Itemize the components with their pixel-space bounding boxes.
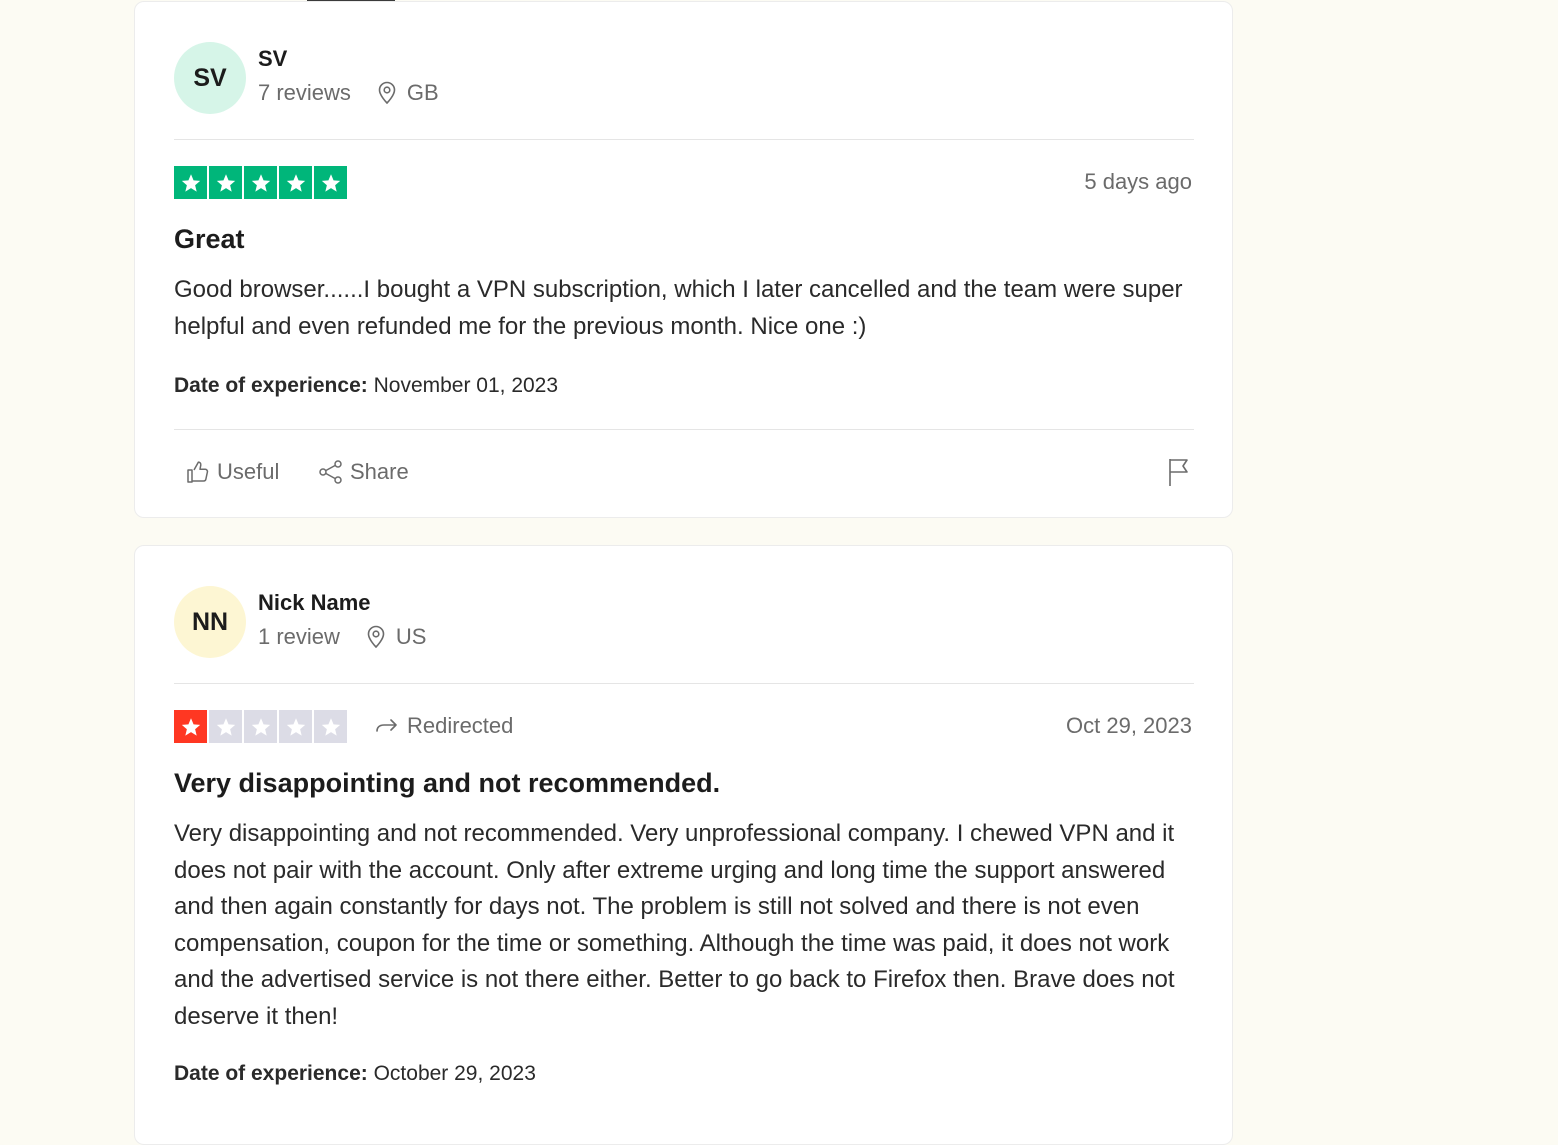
share-label: Share bbox=[350, 459, 409, 484]
star-filled-icon bbox=[209, 166, 242, 199]
reviewer-meta: 7 reviews GB bbox=[258, 80, 439, 106]
star-rating bbox=[174, 166, 347, 199]
star-empty-icon bbox=[244, 710, 277, 743]
star-filled-icon bbox=[244, 166, 277, 199]
review-date: Oct 29, 2023 bbox=[1066, 713, 1192, 738]
location-label: US bbox=[395, 624, 427, 649]
divider bbox=[174, 139, 1194, 140]
star-rating bbox=[174, 710, 347, 743]
review-title[interactable]: Great bbox=[174, 224, 245, 255]
thumbs-up-icon bbox=[187, 461, 209, 483]
star-filled-icon bbox=[174, 710, 207, 743]
star-empty-icon bbox=[279, 710, 312, 743]
reviewer-header: SV SV 7 reviews GB bbox=[174, 42, 1174, 116]
experience-label: Date of experience: bbox=[174, 374, 368, 397]
experience-date: October 29, 2023 bbox=[373, 1062, 536, 1085]
useful-label: Useful bbox=[217, 459, 280, 484]
redirect-arrow-icon bbox=[376, 719, 397, 732]
share-icon bbox=[319, 460, 342, 484]
star-filled-icon bbox=[314, 166, 347, 199]
experience-label: Date of experience: bbox=[174, 1062, 368, 1085]
review-count: 7 reviews bbox=[258, 80, 351, 105]
reviewer-meta: 1 review US bbox=[258, 624, 426, 650]
avatar[interactable]: SV bbox=[174, 42, 246, 114]
star-empty-icon bbox=[209, 710, 242, 743]
redirected-label: Redirected bbox=[407, 713, 514, 738]
useful-button[interactable]: Useful bbox=[185, 459, 279, 485]
reviewer-header: NN Nick Name 1 review US bbox=[174, 586, 1174, 660]
location-label: GB bbox=[406, 80, 439, 105]
report-flag-button[interactable] bbox=[1166, 457, 1192, 492]
divider bbox=[174, 429, 1194, 430]
avatar[interactable]: NN bbox=[174, 586, 246, 658]
review-card: NN Nick Name 1 review US Redirected Oct … bbox=[134, 545, 1233, 1145]
review-date: 5 days ago bbox=[1084, 169, 1192, 194]
review-title[interactable]: Very disappointing and not recommended. bbox=[174, 768, 720, 799]
date-of-experience: Date of experience: November 01, 2023 bbox=[174, 374, 558, 398]
reviewer-location: US bbox=[366, 624, 427, 650]
location-pin-icon bbox=[367, 625, 385, 649]
share-button[interactable]: Share bbox=[318, 459, 409, 485]
review-body: Good browser......I bought a VPN subscri… bbox=[174, 276, 1183, 340]
redirected-badge[interactable]: Redirected bbox=[375, 713, 513, 739]
location-pin-icon bbox=[378, 81, 396, 105]
star-empty-icon bbox=[314, 710, 347, 743]
date-of-experience: Date of experience: October 29, 2023 bbox=[174, 1062, 536, 1086]
review-body: Very disappointing and not recommended. … bbox=[174, 820, 1175, 1030]
star-filled-icon bbox=[279, 166, 312, 199]
reviewer-location: GB bbox=[377, 80, 439, 106]
experience-date: November 01, 2023 bbox=[373, 374, 559, 397]
flag-icon bbox=[1169, 459, 1188, 486]
star-filled-icon bbox=[174, 166, 207, 199]
review-card: SV SV 7 reviews GB 5 days ago Great Good… bbox=[134, 1, 1233, 518]
review-count: 1 review bbox=[258, 624, 340, 649]
reviewer-name[interactable]: Nick Name bbox=[258, 590, 371, 616]
reviewer-name[interactable]: SV bbox=[258, 46, 287, 72]
divider bbox=[174, 683, 1194, 684]
